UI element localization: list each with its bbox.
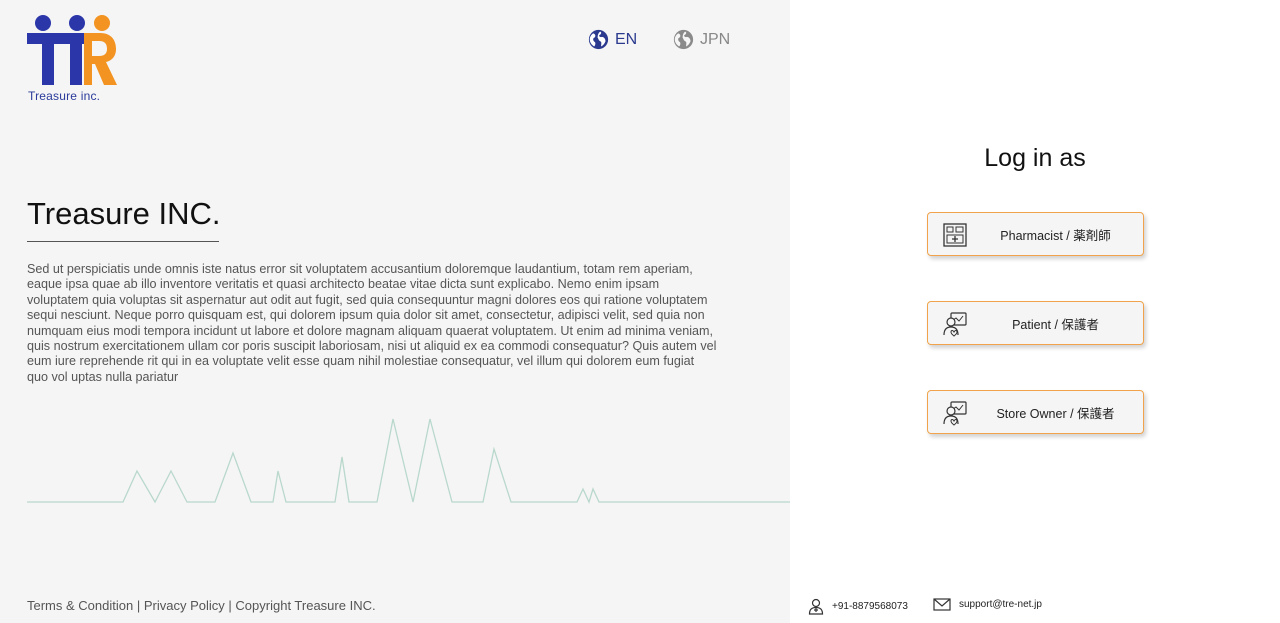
treasure-logo-icon — [27, 15, 117, 85]
phone-number: +91-8879568073 — [832, 601, 908, 612]
mail-icon — [933, 598, 951, 611]
logo-text: Treasure inc. — [28, 89, 101, 103]
patient-login-button[interactable]: Patient / 保護者 — [927, 301, 1144, 345]
patient-icon — [943, 312, 967, 337]
pharmacist-label: Pharmacist / 薬剤師 — [1000, 228, 1111, 243]
language-en-label: EN — [615, 30, 638, 48]
login-title: Log in as — [984, 144, 1086, 172]
intro-paragraph: Sed ut perspiciatis unde omnis iste natu… — [27, 262, 717, 384]
pharmacist-icon — [943, 223, 967, 247]
logo: Treasure inc. — [26, 14, 126, 104]
left-panel: Treasure inc. EN JPN Treasure INC. Sed u… — [0, 0, 790, 623]
patient-label: Patient / 保護者 — [1012, 317, 1099, 332]
terms-link[interactable]: Terms & Condition — [27, 598, 133, 613]
footer-separator: | — [228, 598, 232, 613]
language-en[interactable]: EN — [588, 29, 637, 50]
store-owner-login-button[interactable]: Store Owner / 保護者 — [927, 390, 1144, 434]
pharmacist-login-button[interactable]: Pharmacist / 薬剤師 — [927, 212, 1144, 256]
contact-phone: +91-8879568073 — [808, 598, 908, 615]
doctor-phone-icon — [808, 598, 824, 615]
language-jpn-label: JPN — [700, 30, 731, 48]
footer-links: Terms & Condition | Privacy Policy | Cop… — [27, 598, 376, 613]
title-underline — [27, 241, 219, 242]
privacy-link[interactable]: Privacy Policy — [144, 598, 225, 613]
language-jpn[interactable]: JPN — [673, 29, 730, 50]
footer-separator: | — [136, 598, 141, 613]
store-owner-label: Store Owner / 保護者 — [996, 406, 1115, 421]
globe-icon — [588, 29, 609, 50]
right-panel: Log in as Pharmacist / 薬剤師 Patient / 保護者 — [790, 0, 1280, 623]
store-owner-icon — [943, 401, 967, 426]
email-address: support@tre-net.jp — [959, 599, 1042, 610]
page-title: Treasure INC. — [27, 196, 221, 231]
contact-email[interactable]: support@tre-net.jp — [933, 598, 1042, 611]
globe-icon — [673, 29, 694, 50]
copyright-text: Copyright Treasure INC. — [235, 598, 376, 613]
heartbeat-line — [27, 418, 790, 504]
